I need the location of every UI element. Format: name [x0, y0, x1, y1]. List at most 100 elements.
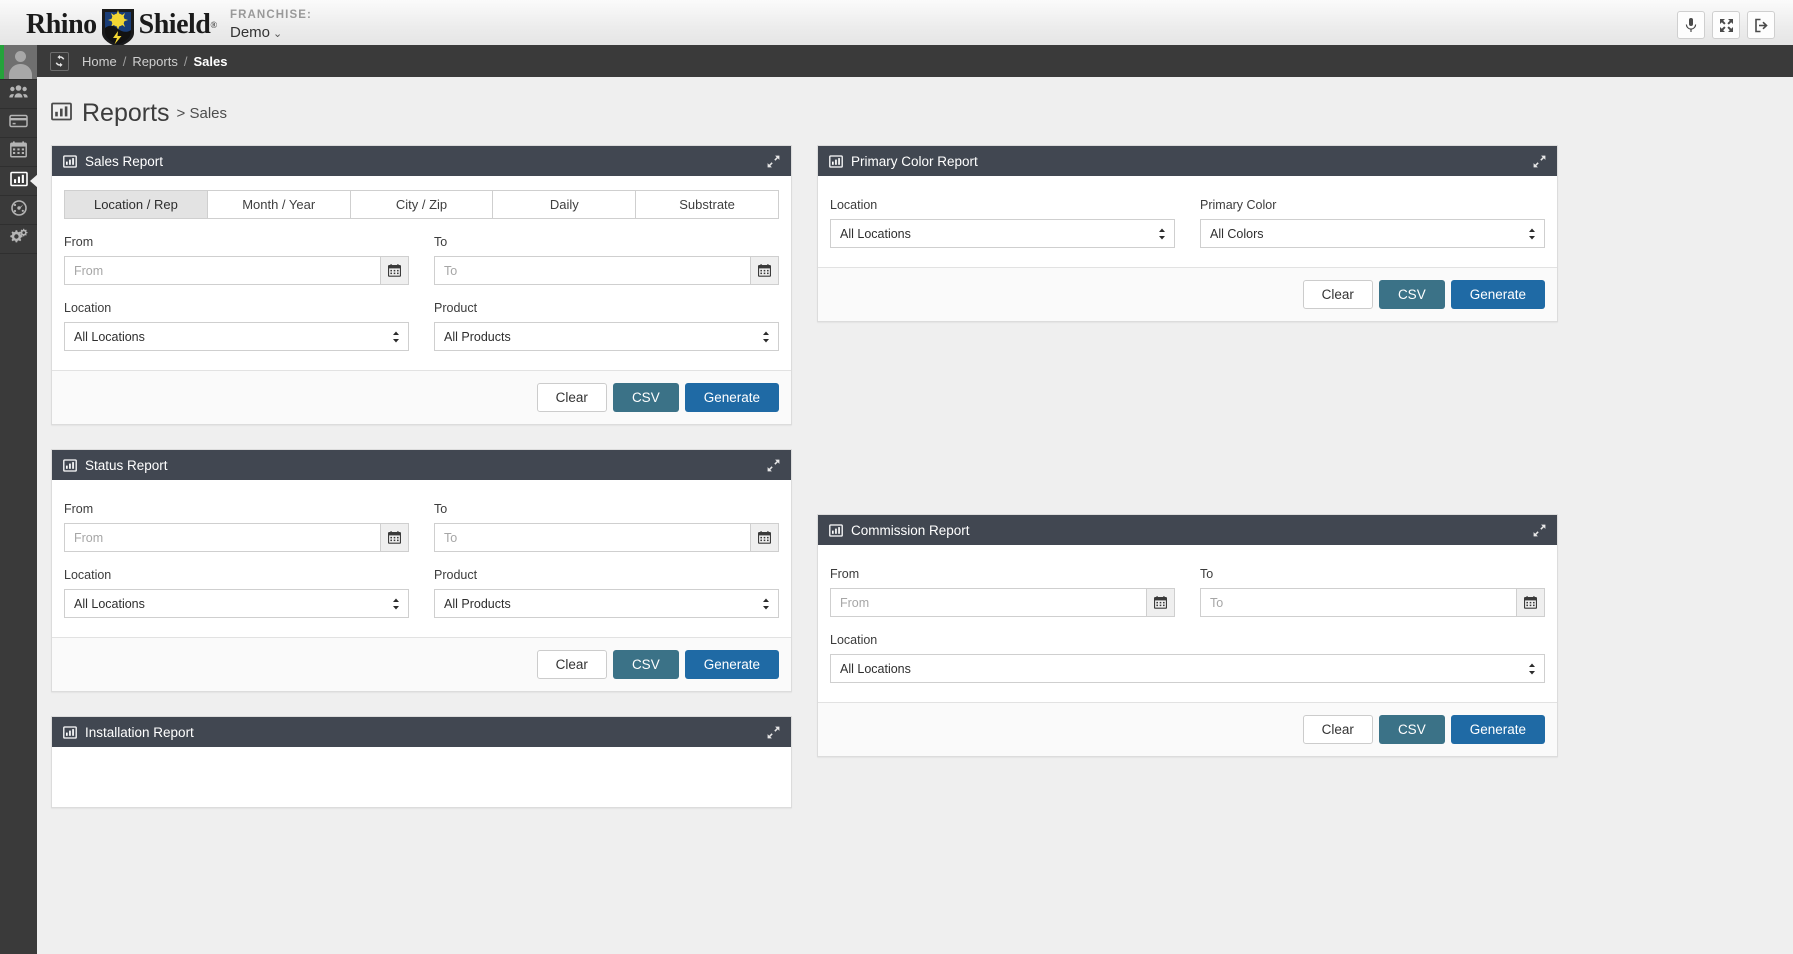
sales-product-select[interactable]: All Products	[434, 322, 779, 351]
csv-button[interactable]: CSV	[612, 650, 679, 679]
calendar-icon[interactable]	[1146, 588, 1175, 617]
pcr-primary-color-select[interactable]: All Colors	[1200, 219, 1545, 248]
breadcrumb: Home / Reports / Sales	[37, 45, 1793, 77]
sales-report-body: Location / Rep Month / Year City / Zip D…	[52, 190, 791, 424]
top-bar-actions	[1677, 11, 1793, 39]
status-product-label: Product	[434, 568, 478, 582]
installation-report-panel: Installation Report	[51, 716, 792, 808]
calendar-icon[interactable]	[380, 256, 409, 285]
status-from-input[interactable]	[64, 523, 380, 552]
expand-icon[interactable]	[767, 726, 780, 739]
logo-trademark: ®	[210, 20, 217, 30]
top-bar: Rhino Shield ® FRANCHISE: Demo ⌄	[0, 0, 1793, 51]
expand-icon[interactable]	[767, 459, 780, 472]
sidebar-item-payments[interactable]	[0, 109, 37, 138]
bar-chart-icon	[829, 154, 843, 168]
bar-chart-icon	[63, 458, 77, 472]
sales-product-field: Product All Products	[434, 301, 779, 351]
expand-icon[interactable]	[1533, 155, 1546, 168]
tab-month-year[interactable]: Month / Year	[207, 190, 351, 219]
tab-city-zip[interactable]: City / Zip	[350, 190, 494, 219]
avatar[interactable]	[0, 45, 37, 80]
calendar-icon[interactable]	[380, 523, 409, 552]
sales-from-input-group	[64, 256, 409, 285]
sales-to-input-group	[434, 256, 779, 285]
status-product-field: Product All Products	[434, 568, 779, 618]
commission-to-field: To	[1200, 567, 1545, 617]
commission-location-select-wrap: All Locations	[830, 654, 1545, 683]
left-column: Sales Report Location / Rep Month / Year…	[51, 145, 792, 808]
status-to-label: To	[434, 502, 448, 516]
generate-button[interactable]: Generate	[1450, 715, 1545, 744]
sidebar-item-customers[interactable]	[0, 80, 37, 109]
status-location-select[interactable]: All Locations	[64, 589, 409, 618]
sales-to-field: To	[434, 235, 779, 285]
commission-from-input-group	[830, 588, 1175, 617]
primary-color-report-panel: Primary Color Report Location All Locati…	[817, 145, 1558, 322]
microphone-icon[interactable]	[1677, 11, 1705, 39]
expand-icon[interactable]	[1533, 524, 1546, 537]
online-status-indicator	[0, 45, 4, 79]
clear-button[interactable]: Clear	[1302, 715, 1373, 744]
status-location-field: Location All Locations	[64, 568, 409, 618]
tab-location-rep[interactable]: Location / Rep	[64, 190, 208, 219]
commission-location-label: Location	[830, 633, 878, 647]
page-content: Reports > Sales Sales Report Location / …	[37, 77, 1793, 954]
sales-to-input[interactable]	[434, 256, 750, 285]
sales-location-select[interactable]: All Locations	[64, 322, 409, 351]
pcr-location-select[interactable]: All Locations	[830, 219, 1175, 248]
primary-color-report-actions: Clear CSV Generate	[818, 267, 1557, 321]
tab-daily[interactable]: Daily	[493, 190, 637, 219]
clear-button[interactable]: Clear	[536, 650, 607, 679]
status-report-header: Status Report	[52, 450, 791, 480]
sidebar-item-dashboard[interactable]	[0, 196, 37, 225]
sales-filters-row: Location All Locations Product All Produ…	[64, 301, 779, 351]
commission-to-input[interactable]	[1200, 588, 1516, 617]
refresh-icon[interactable]	[50, 51, 69, 71]
status-report-title: Status Report	[85, 457, 168, 473]
status-product-select[interactable]: All Products	[434, 589, 779, 618]
commission-location-field: Location All Locations	[830, 633, 1545, 683]
commission-from-label: From	[830, 567, 860, 581]
report-panels-grid: Sales Report Location / Rep Month / Year…	[37, 128, 1793, 808]
brand-logo[interactable]: Rhino Shield ®	[0, 0, 217, 51]
breadcrumb-reports[interactable]: Reports	[132, 54, 178, 69]
commission-report-body: From From To To Location All Locations C…	[818, 545, 1557, 756]
commission-from-input[interactable]	[830, 588, 1146, 617]
calendar-icon[interactable]	[1516, 588, 1545, 617]
commission-location-select[interactable]: All Locations	[830, 654, 1545, 683]
calendar-icon[interactable]	[750, 523, 779, 552]
fullscreen-icon[interactable]	[1712, 11, 1740, 39]
clear-button[interactable]: Clear	[1302, 280, 1373, 309]
franchise-value[interactable]: Demo ⌄	[230, 23, 312, 44]
credit-card-icon	[9, 114, 28, 133]
csv-button[interactable]: CSV	[1378, 715, 1445, 744]
sales-report-header: Sales Report	[52, 146, 791, 176]
commission-to-input-group	[1200, 588, 1545, 617]
breadcrumb-home[interactable]: Home	[82, 54, 117, 69]
status-product-select-wrap: All Products	[434, 589, 779, 618]
pcr-location-select-wrap: All Locations	[830, 219, 1175, 248]
franchise-selector[interactable]: FRANCHISE: Demo ⌄	[230, 7, 312, 44]
csv-button[interactable]: CSV	[612, 383, 679, 412]
sidebar-item-calendar[interactable]	[0, 138, 37, 167]
csv-button[interactable]: CSV	[1378, 280, 1445, 309]
sidebar-item-settings[interactable]	[0, 225, 37, 254]
generate-button[interactable]: Generate	[684, 650, 779, 679]
status-to-input[interactable]	[434, 523, 750, 552]
generate-button[interactable]: Generate	[1450, 280, 1545, 309]
calendar-icon[interactable]	[750, 256, 779, 285]
logo-text-rhino: Rhino	[26, 9, 97, 40]
status-report-panel: Status Report From From To To Location A…	[51, 449, 792, 692]
breadcrumb-current: Sales	[193, 53, 228, 69]
sidebar-item-reports[interactable]	[0, 167, 38, 196]
tab-substrate[interactable]: Substrate	[636, 190, 779, 219]
pcr-primary-color-select-wrap: All Colors	[1200, 219, 1545, 248]
installation-report-header: Installation Report	[52, 717, 791, 747]
expand-icon[interactable]	[767, 155, 780, 168]
commission-from-field: From	[830, 567, 1175, 617]
sales-from-input[interactable]	[64, 256, 380, 285]
clear-button[interactable]: Clear	[536, 383, 607, 412]
logout-icon[interactable]	[1747, 11, 1775, 39]
generate-button[interactable]: Generate	[684, 383, 779, 412]
